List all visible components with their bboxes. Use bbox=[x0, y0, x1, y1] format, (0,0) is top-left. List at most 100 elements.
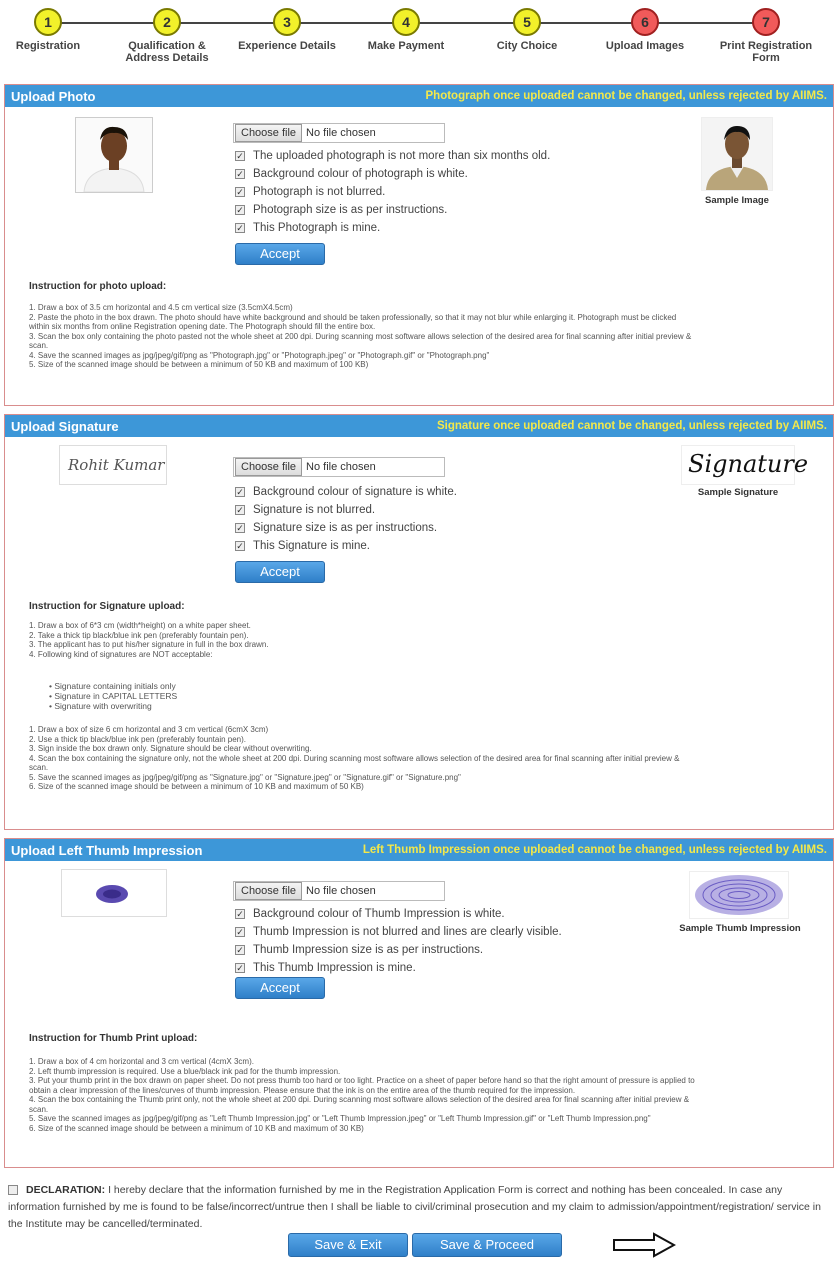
step-label: Registration bbox=[15, 40, 81, 52]
checklist-item[interactable]: ✓ Background colour of photograph is whit… bbox=[235, 165, 550, 183]
thumb-accept-button[interactable]: Accept bbox=[235, 977, 325, 999]
choose-file-button[interactable]: Choose file bbox=[235, 124, 303, 142]
checklist-item[interactable]: ✓ Background colour of Thumb Impression i… bbox=[235, 905, 562, 923]
instruction-line: 3. Scan the box only containing the phot… bbox=[29, 331, 692, 341]
declaration-label: DECLARATION: bbox=[26, 1184, 106, 1196]
person-photo-icon bbox=[76, 118, 152, 193]
signature-accept-button[interactable]: Accept bbox=[235, 561, 325, 583]
instruction-line: scan. bbox=[29, 763, 49, 772]
checklist-item[interactable]: ✓ This Signature is mine. bbox=[235, 537, 457, 555]
instruction-line: 2. Use a thick tip black/blue ink pen (p… bbox=[29, 734, 247, 744]
section-title: Upload Signature bbox=[11, 418, 119, 434]
checkbox[interactable]: ✓ bbox=[235, 487, 245, 497]
photo-checklist: ✓ The uploaded photograph is not more tha… bbox=[235, 147, 550, 237]
declaration-checkbox[interactable] bbox=[8, 1185, 18, 1196]
sample-person-icon bbox=[702, 118, 772, 190]
instruction-line: 1. Draw a box of 3.5 cm horizontal and 4… bbox=[29, 303, 293, 312]
check-label: Thumb Impression is not blurred and line… bbox=[253, 926, 562, 938]
section-note: Left Thumb Impression once uploaded cann… bbox=[362, 844, 827, 856]
step-payment: 4 Make Payment bbox=[356, 8, 456, 52]
checkbox[interactable]: ✓ bbox=[235, 205, 245, 215]
sample-signature-text: Signature bbox=[688, 450, 809, 478]
checklist-item[interactable]: ✓ Thumb Impression is not blurred and lin… bbox=[235, 923, 562, 941]
checklist-item[interactable]: ✓ Photograph size is as per instructions. bbox=[235, 201, 550, 219]
sample-photo bbox=[701, 117, 773, 191]
thumbprint-icon bbox=[96, 885, 128, 903]
step-number: 7 bbox=[752, 8, 780, 36]
check-label: This Thumb Impression is mine. bbox=[253, 962, 416, 974]
instruction-line: 2. Left thumb impression is required. Us… bbox=[29, 1066, 341, 1076]
choose-file-button[interactable]: Choose file bbox=[235, 458, 303, 476]
unacceptable-signature-list: Signature containing initials only Signa… bbox=[49, 681, 177, 711]
sample-thumbprint-icon bbox=[695, 875, 783, 915]
checkbox[interactable]: ✓ bbox=[235, 945, 245, 955]
checklist-item[interactable]: ✓ The uploaded photograph is not more tha… bbox=[235, 147, 550, 165]
save-proceed-button[interactable]: Save & Proceed bbox=[412, 1233, 562, 1257]
instruction-line: 5. Save the scanned images as jpg/jpeg/g… bbox=[29, 1114, 651, 1123]
checkbox[interactable]: ✓ bbox=[235, 223, 245, 233]
instruction-line: 4. Save the scanned images as jpg/jpeg/g… bbox=[29, 350, 490, 360]
checklist-item[interactable]: ✓ Signature is not blurred. bbox=[235, 501, 457, 519]
check-label: Background colour of Thumb Impression is… bbox=[253, 908, 505, 920]
progress-stepper: 1 Registration 2 Qualification & Address… bbox=[0, 0, 838, 74]
check-label: The uploaded photograph is not more than… bbox=[253, 150, 551, 162]
checkbox[interactable]: ✓ bbox=[235, 505, 245, 515]
instruction-title: Instruction for photo upload: bbox=[29, 281, 167, 292]
checklist-item[interactable]: ✓ This Photograph is mine. bbox=[235, 219, 550, 237]
checklist-item[interactable]: ✓ This Thumb Impression is mine. bbox=[235, 959, 562, 977]
instruction-line: 2. Paste the photo in the box drawn. The… bbox=[29, 312, 677, 322]
checkbox[interactable]: ✓ bbox=[235, 187, 245, 197]
photo-accept-button[interactable]: Accept bbox=[235, 243, 325, 265]
checkbox[interactable]: ✓ bbox=[235, 963, 245, 973]
checklist-item[interactable]: ✓ Background colour of signature is white… bbox=[235, 483, 457, 501]
checklist-item[interactable]: ✓ Photograph is not blurred. bbox=[235, 183, 550, 201]
instruction-line: 2. Take a thick tip black/blue ink pen (… bbox=[29, 630, 249, 640]
right-arrow-icon bbox=[613, 1232, 676, 1258]
checkbox[interactable]: ✓ bbox=[235, 909, 245, 919]
file-status: No file chosen bbox=[306, 127, 376, 139]
sample-thumb bbox=[689, 871, 789, 919]
signature-instructions-a: 1. Draw a box of 6*3 cm (width*height) o… bbox=[29, 621, 829, 659]
thumb-file-input[interactable]: Choose file No file chosen bbox=[233, 881, 445, 901]
signature-file-input[interactable]: Choose file No file chosen bbox=[233, 457, 445, 477]
choose-file-button[interactable]: Choose file bbox=[235, 882, 303, 900]
upload-thumb-section: Upload Left Thumb Impression Left Thumb … bbox=[4, 838, 834, 1168]
checkbox[interactable]: ✓ bbox=[235, 523, 245, 533]
check-label: This Signature is mine. bbox=[253, 540, 370, 552]
step-label: Qualification & Address Details bbox=[125, 40, 209, 64]
checkbox[interactable]: ✓ bbox=[235, 169, 245, 179]
instruction-line: 1. Draw a box of size 6 cm horizontal an… bbox=[29, 725, 269, 734]
instruction-line: 3. Sign inside the box drawn only. Signa… bbox=[29, 744, 312, 753]
instruction-line: 1. Draw a box of 6*3 cm (width*height) o… bbox=[29, 621, 251, 630]
file-status: No file chosen bbox=[306, 461, 376, 473]
checkbox[interactable]: ✓ bbox=[235, 927, 245, 937]
uploaded-thumb-preview bbox=[61, 869, 167, 917]
check-label: This Photograph is mine. bbox=[253, 222, 381, 234]
step-number: 1 bbox=[34, 8, 62, 36]
step-experience: 3 Experience Details bbox=[237, 8, 337, 52]
instruction-line: scan. bbox=[29, 341, 49, 350]
uploaded-photo-preview bbox=[75, 117, 153, 193]
instruction-line: 1. Draw a box of 4 cm horizontal and 3 c… bbox=[29, 1057, 254, 1066]
check-label: Signature size is as per instructions. bbox=[253, 522, 438, 534]
check-label: Photograph is not blurred. bbox=[253, 186, 386, 198]
step-qualification: 2 Qualification & Address Details bbox=[117, 8, 217, 64]
save-exit-button[interactable]: Save & Exit bbox=[288, 1233, 408, 1257]
checklist-item[interactable]: ✓ Thumb Impression size is as per instruc… bbox=[235, 941, 562, 959]
sample-signature-caption: Sample Signature bbox=[697, 487, 779, 498]
section-header: Upload Photo Photograph once uploaded ca… bbox=[5, 85, 833, 107]
checkbox[interactable]: ✓ bbox=[235, 151, 245, 161]
uploaded-signature-text: Rohit Kumar bbox=[68, 456, 165, 474]
check-label: Photograph size is as per instructions. bbox=[253, 204, 448, 216]
section-title: Upload Left Thumb Impression bbox=[11, 842, 203, 858]
section-body: Choose file No file chosen ✓ Background c… bbox=[5, 861, 833, 1167]
checkbox[interactable]: ✓ bbox=[235, 541, 245, 551]
upload-signature-section: Upload Signature Signature once uploaded… bbox=[4, 414, 834, 830]
checklist-item[interactable]: ✓ Signature size is as per instructions. bbox=[235, 519, 457, 537]
thumb-instructions: 1. Draw a box of 4 cm horizontal and 3 c… bbox=[29, 1057, 829, 1133]
uploaded-signature-preview: Rohit Kumar bbox=[59, 445, 167, 485]
instruction-line: 5. Size of the scanned image should be b… bbox=[29, 360, 369, 369]
sample-thumb-caption: Sample Thumb Impression bbox=[679, 923, 801, 934]
photo-file-input[interactable]: Choose file No file chosen bbox=[233, 123, 445, 143]
step-registration: 1 Registration bbox=[0, 8, 98, 52]
